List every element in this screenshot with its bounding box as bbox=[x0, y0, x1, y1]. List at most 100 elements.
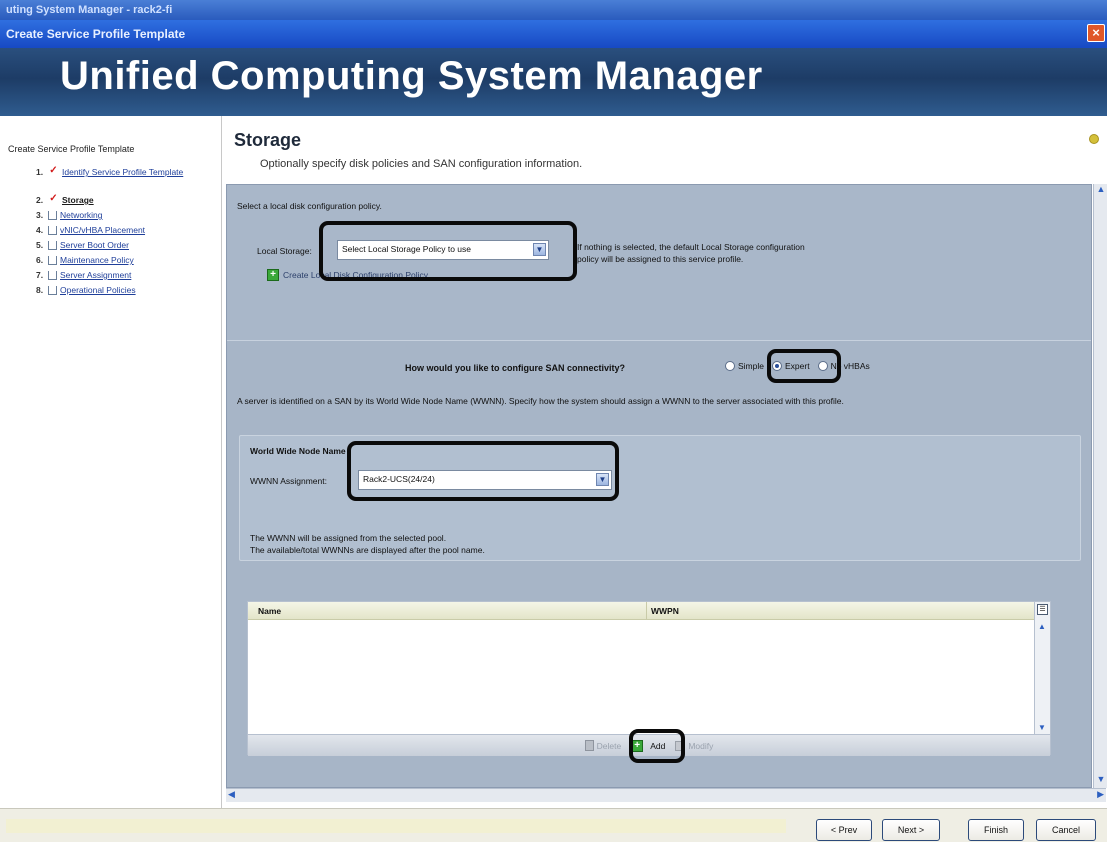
prev-button[interactable]: < Prev bbox=[816, 819, 872, 841]
wwnn-panel-title: World Wide Node Name bbox=[250, 446, 346, 456]
main-panel: Storage Optionally specify disk policies… bbox=[222, 116, 1107, 808]
help-icon[interactable] bbox=[1089, 134, 1099, 144]
step-link-storage[interactable]: Storage bbox=[62, 194, 94, 206]
app-title: uting System Manager - rack2-fi bbox=[6, 4, 173, 16]
step-number: 3. bbox=[36, 210, 44, 220]
main-header: Storage Optionally specify disk policies… bbox=[222, 116, 1107, 184]
table-scrollbar[interactable]: ☰ ▲ ▼ bbox=[1034, 602, 1050, 734]
pending-icon bbox=[48, 241, 57, 250]
scroll-up-icon[interactable]: ▲ bbox=[1038, 622, 1046, 631]
local-storage-prompt: Select a local disk configuration policy… bbox=[237, 201, 382, 211]
modify-button[interactable]: Modify bbox=[675, 740, 714, 751]
local-note-line-2: policy will be assigned to this service … bbox=[577, 254, 744, 264]
vhba-table: Name WWPN ☰ ▲ ▼ Delete + Add Modify bbox=[247, 601, 1051, 756]
dialog-titlebar: Create Service Profile Template × bbox=[0, 20, 1107, 48]
dialog-title: Create Service Profile Template bbox=[6, 27, 186, 41]
wizard-footer: < Prev Next > Finish Cancel bbox=[0, 808, 1107, 842]
wwnn-note: The WWNN will be assigned from the selec… bbox=[250, 532, 485, 556]
radio-label-simple: Simple bbox=[738, 361, 764, 371]
wizard-step-maintenance[interactable]: 6. Maintenance Policy bbox=[36, 254, 220, 269]
column-header-wwpn[interactable]: WWPN bbox=[646, 602, 679, 620]
scroll-up-icon[interactable]: ▲ bbox=[1095, 184, 1107, 198]
pending-icon bbox=[48, 211, 57, 220]
status-strip bbox=[6, 819, 786, 833]
chevron-down-icon[interactable]: ▼ bbox=[596, 473, 609, 486]
wizard-step-storage[interactable]: 2. ✓ Storage bbox=[36, 194, 220, 209]
check-icon: ✓ bbox=[49, 193, 58, 204]
step-number: 2. bbox=[36, 195, 44, 205]
next-button[interactable]: Next > bbox=[882, 819, 940, 841]
table-toolbar: Delete + Add Modify bbox=[248, 734, 1050, 756]
scroll-down-icon[interactable]: ▼ bbox=[1095, 774, 1107, 788]
column-header-name[interactable]: Name bbox=[258, 606, 281, 616]
step-link-server-assignment[interactable]: Server Assignment bbox=[60, 269, 131, 281]
wizard-step-server-assignment[interactable]: 7. Server Assignment bbox=[36, 269, 220, 284]
wwnn-assignment-value: Rack2-UCS(24/24) bbox=[363, 474, 435, 484]
step-number: 1. bbox=[36, 167, 44, 177]
pending-icon bbox=[48, 286, 57, 295]
radio-no-vhbas[interactable]: No vHBAs bbox=[817, 361, 870, 371]
check-icon: ✓ bbox=[49, 165, 58, 176]
banner: Unified Computing System Manager bbox=[0, 48, 1107, 116]
modify-label: Modify bbox=[688, 740, 714, 751]
storage-content: Select a local disk configuration policy… bbox=[226, 184, 1092, 788]
wizard-step-identify[interactable]: 1. ✓ Identify Service Profile Template bbox=[36, 166, 220, 194]
step-link-maintenance[interactable]: Maintenance Policy bbox=[60, 254, 134, 266]
radio-label-no-vhbas: No vHBAs bbox=[830, 361, 870, 371]
wizard-step-placement[interactable]: 4. vNIC/vHBA Placement bbox=[36, 224, 220, 239]
step-number: 8. bbox=[36, 285, 44, 295]
radio-expert[interactable]: Expert bbox=[771, 361, 810, 371]
san-question: How would you like to configure SAN conn… bbox=[405, 363, 626, 373]
wwnn-assignment-select[interactable]: Rack2-UCS(24/24) ▼ bbox=[358, 470, 612, 490]
scroll-down-icon[interactable]: ▼ bbox=[1038, 723, 1046, 732]
wizard-step-operational[interactable]: 8. Operational Policies bbox=[36, 284, 220, 299]
page-subtitle: Optionally specify disk policies and SAN… bbox=[260, 158, 583, 170]
page-title: Storage bbox=[234, 130, 302, 150]
pending-icon bbox=[48, 256, 57, 265]
step-link-networking[interactable]: Networking bbox=[60, 209, 103, 221]
app-titlebar: uting System Manager - rack2-fi bbox=[0, 0, 1107, 20]
pending-icon bbox=[48, 271, 57, 280]
step-link-operational[interactable]: Operational Policies bbox=[60, 284, 136, 296]
radio-button[interactable] bbox=[725, 361, 735, 371]
local-note-line-1: If nothing is selected, the default Loca… bbox=[577, 242, 805, 252]
scroll-right-icon[interactable]: ▶ bbox=[1097, 789, 1104, 800]
banner-title: Unified Computing System Manager bbox=[60, 54, 763, 98]
finish-button[interactable]: Finish bbox=[968, 819, 1024, 841]
delete-button[interactable]: Delete bbox=[584, 740, 621, 751]
step-number: 7. bbox=[36, 270, 44, 280]
create-local-disk-policy-link[interactable]: + Create Local Disk Configuration Policy bbox=[267, 269, 428, 281]
radio-button-selected[interactable] bbox=[771, 361, 782, 371]
close-icon: × bbox=[1092, 25, 1100, 40]
chevron-down-icon[interactable]: ▼ bbox=[533, 243, 546, 256]
wizard-steps: 1. ✓ Identify Service Profile Template 2… bbox=[36, 166, 220, 299]
sidebar-title: Create Service Profile Template bbox=[8, 144, 135, 154]
table-header: Name WWPN bbox=[248, 602, 1034, 620]
add-button[interactable]: + Add bbox=[631, 739, 666, 752]
close-button[interactable]: × bbox=[1087, 24, 1105, 42]
step-link-placement[interactable]: vNIC/vHBA Placement bbox=[60, 224, 145, 236]
step-number: 4. bbox=[36, 225, 44, 235]
wizard-step-networking[interactable]: 3. Networking bbox=[36, 209, 220, 224]
plus-icon: + bbox=[267, 269, 279, 281]
radio-simple[interactable]: Simple bbox=[725, 361, 764, 371]
scroll-left-icon[interactable]: ◀ bbox=[228, 789, 235, 800]
step-link-identify[interactable]: Identify Service Profile Template bbox=[62, 166, 183, 178]
cancel-button[interactable]: Cancel bbox=[1036, 819, 1096, 841]
local-storage-note: If nothing is selected, the default Loca… bbox=[577, 241, 937, 265]
local-storage-section: Select a local disk configuration policy… bbox=[227, 185, 1091, 341]
main-vertical-scrollbar[interactable]: ▲ ▼ bbox=[1093, 184, 1107, 788]
radio-label-expert: Expert bbox=[784, 361, 810, 371]
wizard-sidebar: Create Service Profile Template 1. ✓ Ide… bbox=[0, 116, 222, 808]
column-chooser-icon[interactable]: ☰ bbox=[1037, 604, 1048, 615]
step-number: 5. bbox=[36, 240, 44, 250]
add-label: Add bbox=[650, 740, 666, 751]
step-link-boot-order[interactable]: Server Boot Order bbox=[60, 239, 129, 251]
main-horizontal-scrollbar[interactable]: ◀ ▶ bbox=[226, 788, 1106, 802]
wwnn-description: A server is identified on a SAN by its W… bbox=[237, 396, 844, 406]
wwnn-note-line-1: The WWNN will be assigned from the selec… bbox=[250, 533, 447, 543]
radio-button[interactable] bbox=[817, 361, 828, 371]
wizard-step-boot-order[interactable]: 5. Server Boot Order bbox=[36, 239, 220, 254]
local-storage-select[interactable]: Select Local Storage Policy to use ▼ bbox=[337, 240, 549, 260]
wwnn-panel: World Wide Node Name WWNN Assignment: Ra… bbox=[239, 435, 1081, 561]
